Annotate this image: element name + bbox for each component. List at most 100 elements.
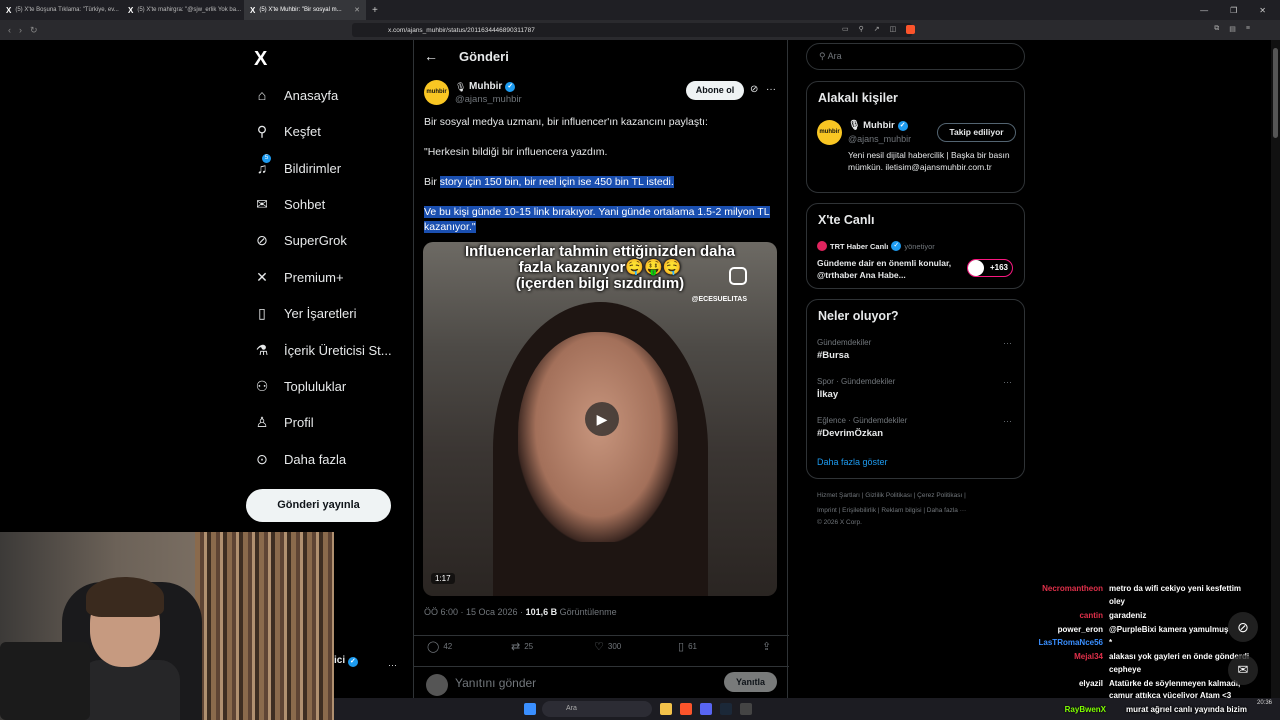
share-action[interactable]: ⇪ — [762, 640, 771, 653]
back-nav-icon[interactable]: ‹ — [8, 25, 11, 35]
sidebar-toggle-icon[interactable]: ▤ — [1229, 25, 1236, 33]
like-action[interactable]: ♡ 300 — [594, 640, 621, 653]
page-scrollbar[interactable] — [1271, 40, 1280, 720]
related-name[interactable]: 🎙 Muhbir ✓ — [848, 120, 908, 131]
subscribe-button[interactable]: Abone ol — [686, 81, 744, 100]
more-icon[interactable]: ··· — [1003, 377, 1012, 387]
show-more-link[interactable]: Daha fazla göster — [817, 457, 888, 467]
author-avatar[interactable]: muhbir — [817, 120, 842, 145]
grok-float-icon[interactable]: ⊘ — [1228, 612, 1258, 642]
sidebar-item-communities[interactable]: ⚇ Topluluklar — [254, 375, 346, 397]
live-card: X'te Canlı TRT Haber Canlı ✓ yönetiyor Gün… — [806, 203, 1025, 289]
browser-tab[interactable]: X (5) X'te mahirgra: "@sjw_erlik Yok ba..… — [122, 0, 244, 20]
sidebar-item-chat[interactable]: ✉ Sohbet — [254, 193, 325, 215]
sidebar-item-creator-studio[interactable]: ⚗ İçerik Üreticisi St... — [254, 339, 392, 361]
video-frame-face — [518, 332, 678, 542]
restore-icon[interactable]: ❐ — [1230, 6, 1237, 15]
brave-shield-icon[interactable] — [906, 25, 916, 34]
close-window-icon[interactable]: ✕ — [1259, 6, 1266, 15]
share-icon[interactable]: ↗ — [874, 25, 880, 34]
author-handle[interactable]: @ajans_muhbir — [455, 94, 522, 105]
reply-button[interactable]: Yanıtla — [724, 672, 777, 692]
reload-icon[interactable]: ↻ — [30, 25, 38, 36]
instagram-icon — [729, 267, 747, 285]
more-icon[interactable]: ··· — [766, 84, 776, 95]
mail-icon: ✉ — [256, 195, 268, 212]
related-handle[interactable]: @ajans_muhbir — [848, 134, 911, 144]
following-button[interactable]: Takip ediliyor — [937, 123, 1016, 142]
forward-nav-icon[interactable]: › — [19, 25, 22, 35]
cast-icon[interactable]: ▭ — [842, 25, 849, 34]
grok-icon[interactable]: ⊘ — [750, 84, 758, 95]
play-icon[interactable]: ▶ — [585, 402, 619, 436]
discord-icon[interactable] — [700, 703, 712, 715]
search-icon: ⚲ — [819, 51, 828, 61]
trends-card: Neler oluyor? Gündemdekiler #Bursa ··· S… — [806, 299, 1025, 479]
scrollbar-thumb[interactable] — [1273, 48, 1278, 138]
zoom-icon[interactable]: ⚲ — [859, 25, 864, 34]
chat-username: power_eron — [1057, 625, 1103, 634]
bookmark-action[interactable]: ▯ 61 — [678, 640, 697, 653]
repost-action[interactable]: ⇄ 25 — [511, 640, 533, 653]
notification-badge: 5 — [262, 154, 271, 163]
video-caption: Influencerlar tahmin ettiğinizden daha f… — [464, 243, 736, 292]
sidebar-item-more[interactable]: ⊙ Daha fazla — [254, 448, 346, 470]
verified-icon: ✓ — [347, 657, 358, 667]
bookmark-icon: ▯ — [678, 641, 685, 653]
x-logo-icon[interactable]: X — [254, 48, 267, 71]
post-video[interactable]: Influencerlar tahmin ettiğinizden daha f… — [423, 242, 777, 596]
file-explorer-icon[interactable] — [660, 703, 672, 715]
more-icon[interactable]: ··· — [1003, 416, 1012, 426]
browser-tab-active[interactable]: X (5) X'te Muhbir: "Bir sosyal m... ✕ — [244, 0, 366, 20]
chat-message: Atatürke de söylenmeyen kalmadı, — [1109, 679, 1241, 688]
taskbar-search[interactable]: Ara — [542, 701, 652, 717]
footer-links[interactable]: Hizmet Şartları | Gizlilik Politikası | … — [817, 492, 966, 499]
message-float-icon[interactable]: ✉ — [1228, 655, 1258, 685]
grok-icon: ⊘ — [256, 231, 268, 248]
minimize-icon[interactable]: — — [1200, 6, 1208, 15]
verified-icon: ✓ — [891, 241, 902, 251]
post-text-line: Ve bu kişi günde 10-15 link bırakıyor. Y… — [424, 205, 779, 235]
mic-emoji-icon: 🎙 — [848, 120, 861, 131]
new-tab-button[interactable]: + — [366, 5, 384, 16]
live-channel[interactable]: TRT Haber Canlı ✓ yönetiyor — [817, 241, 935, 251]
chat-message: oley — [1109, 597, 1126, 606]
sidebar-item-premium[interactable]: ✕ Premium+ — [254, 266, 343, 288]
video-watermark: @ECESUELITAS — [691, 296, 747, 303]
close-icon[interactable]: ✕ — [354, 6, 360, 14]
chat-username: RayBwenX — [1064, 705, 1106, 714]
url-field[interactable]: x.com/ajans_muhbir/status/20116344468903… — [352, 23, 912, 37]
sidebar-item-notifications[interactable]: ♫ 5 Bildirimler — [254, 154, 341, 179]
extensions-icon[interactable]: ⧉ — [1214, 25, 1219, 33]
reply-action[interactable]: ◯ 42 — [427, 640, 452, 653]
more-icon[interactable]: ··· — [1003, 338, 1012, 348]
obs-icon[interactable] — [740, 703, 752, 715]
microphone — [0, 642, 90, 720]
author-avatar[interactable]: muhbir — [424, 80, 449, 105]
address-bar-row: ‹ › ↻ ▯ x.com/ajans_muhbir/status/201163… — [0, 20, 1280, 40]
translate-icon[interactable]: ◫ — [890, 25, 897, 34]
steam-icon[interactable] — [720, 703, 732, 715]
back-arrow-icon[interactable]: ← — [424, 48, 438, 64]
sidebar-item-bookmarks[interactable]: ▯ Yer İşaretleri — [254, 302, 356, 324]
browser-tab[interactable]: X (5) X'te Boşuna Tıklama: "Türkiye, ev..… — [0, 0, 122, 20]
windows-start-icon[interactable] — [524, 703, 536, 715]
sidebar-item-explore[interactable]: ⚲ Keşfet — [254, 120, 321, 142]
sidebar-item-home[interactable]: ⌂ Anasayfa — [254, 84, 338, 106]
account-more-icon[interactable]: ··· — [388, 660, 397, 670]
post-text-line: "Herkesin bildiği bir influencera yazdım… — [424, 146, 608, 158]
author-name[interactable]: Muhbir ✓ — [469, 81, 516, 92]
webcam-overlay — [0, 532, 334, 720]
reply-composer: Yanıtını gönder Yanıtla — [414, 666, 789, 696]
chat-message: alakası yok gayleri en önde gönderdi — [1109, 652, 1250, 661]
sidebar-item-profile[interactable]: ♙ Profil — [254, 411, 314, 433]
brave-icon[interactable] — [680, 703, 692, 715]
post-button[interactable]: Gönderi yayınla — [246, 489, 391, 522]
account-name[interactable]: ici ✓ — [334, 655, 358, 667]
sidebar-item-supergrok[interactable]: ⊘ SuperGrok — [254, 229, 347, 251]
menu-icon[interactable]: ≡ — [1246, 25, 1250, 33]
live-text[interactable]: Gündeme dair en önemli konular, @trthabe… — [817, 257, 962, 281]
reply-input[interactable]: Yanıtını gönder — [455, 676, 536, 690]
search-input[interactable]: ⚲ Ara — [806, 43, 1025, 70]
footer-links[interactable]: Imprint | Erişilebilirlik | Reklam bilgi… — [817, 507, 966, 514]
